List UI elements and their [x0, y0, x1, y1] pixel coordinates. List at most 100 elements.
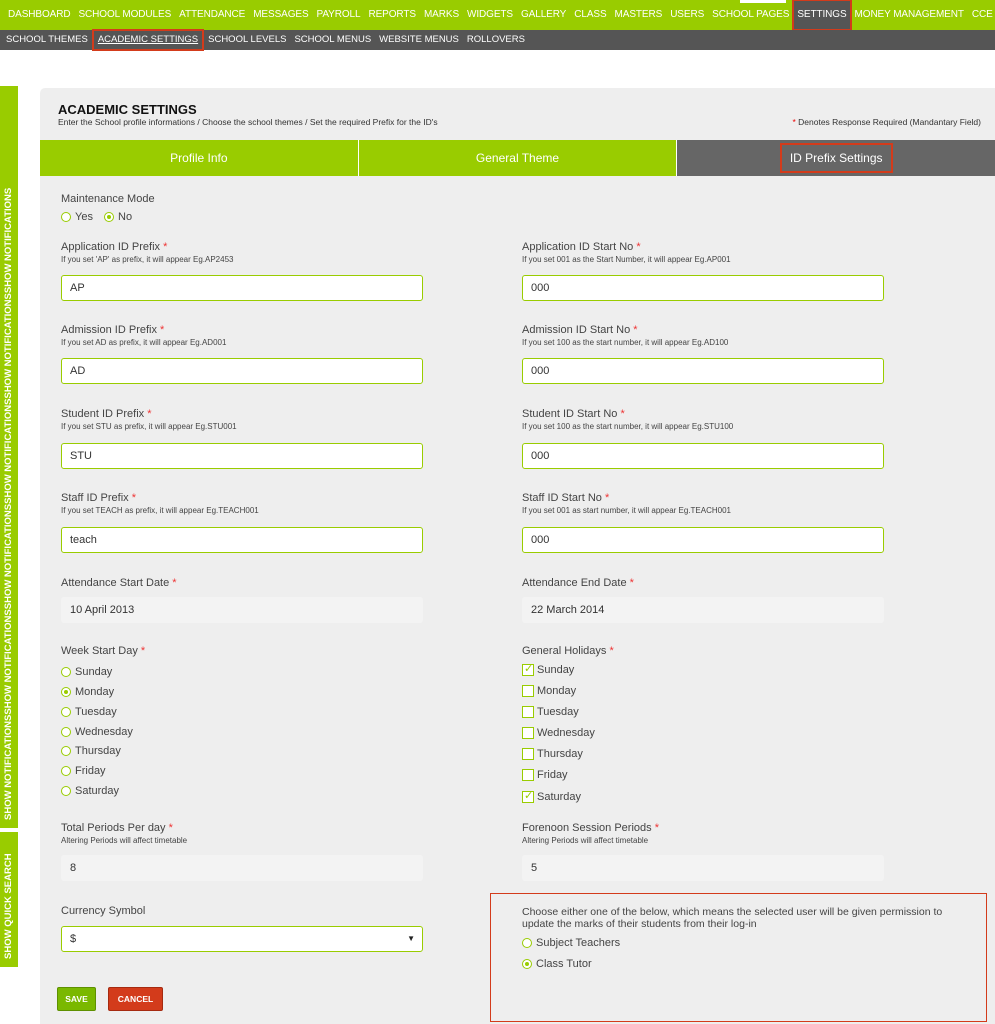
maintenance-yes[interactable]: Yes [61, 211, 93, 223]
tab-general-theme[interactable]: General Theme [358, 140, 678, 176]
nav-messages[interactable]: MESSAGES [249, 0, 312, 30]
adm-start-input[interactable]: 000 [522, 358, 884, 384]
periods-input[interactable]: 8 [61, 855, 423, 881]
stu-start-input[interactable]: 000 [522, 443, 884, 469]
week-start-saturday-radio[interactable] [61, 786, 71, 796]
holiday-friday-checkbox[interactable] [522, 769, 534, 781]
required-star: * [160, 324, 165, 336]
periods-label-text: Total Periods Per day [61, 822, 166, 834]
week-start-tuesday[interactable]: Tuesday [61, 706, 117, 718]
subnav-rollovers[interactable]: ROLLOVERS [463, 31, 529, 49]
permission-class-tutor[interactable]: Class Tutor [522, 958, 592, 970]
cancel-button[interactable]: CANCEL [108, 987, 163, 1011]
holiday-monday[interactable]: Monday [522, 685, 576, 697]
main-nav: DASHBOARD SCHOOL MODULES ATTENDANCE MESS… [0, 0, 995, 30]
week-start-tuesday-label: Tuesday [75, 706, 117, 718]
show-notifications-tab[interactable]: SHOW NOTIFICATIONSSHOW NOTIFICATIONSSHOW… [0, 86, 18, 828]
staff-prefix-input[interactable]: teach [61, 527, 423, 553]
holiday-tuesday-checkbox[interactable] [522, 706, 534, 718]
holiday-monday-checkbox[interactable] [522, 685, 534, 697]
holiday-friday[interactable]: Friday [522, 769, 568, 781]
week-start-sunday-radio[interactable] [61, 667, 71, 677]
nav-money-management[interactable]: MONEY MANAGEMENT [851, 0, 968, 30]
week-start-thursday[interactable]: Thursday [61, 745, 121, 757]
holiday-tuesday[interactable]: Tuesday [522, 706, 579, 718]
holiday-saturday[interactable]: Saturday [522, 789, 581, 803]
permission-subject-teachers-radio[interactable] [522, 938, 532, 948]
staff-start-input[interactable]: 000 [522, 527, 884, 553]
nav-cce[interactable]: CCE [968, 0, 995, 30]
currency-label: Currency Symbol [61, 905, 146, 917]
att-end-label-text: Attendance End Date [522, 577, 627, 589]
holiday-thursday[interactable]: Thursday [522, 748, 583, 760]
week-start-friday-radio[interactable] [61, 766, 71, 776]
required-star: * [163, 241, 168, 253]
holiday-sunday[interactable]: Sunday [522, 662, 574, 676]
week-start-tuesday-radio[interactable] [61, 707, 71, 717]
settings-tabs: Profile Info General Theme ID Prefix Set… [40, 140, 995, 176]
subnav-website-menus[interactable]: WEBSITE MENUS [375, 31, 463, 49]
nav-widgets[interactable]: WIDGETS [463, 0, 517, 30]
nav-school-modules[interactable]: SCHOOL MODULES [74, 0, 175, 30]
staff-prefix-label-text: Staff ID Prefix [61, 492, 129, 504]
att-start-input[interactable]: 10 April 2013 [61, 597, 423, 623]
att-end-input[interactable]: 22 March 2014 [522, 597, 884, 623]
week-start-friday-label: Friday [75, 765, 106, 777]
week-start-wednesday[interactable]: Wednesday [61, 726, 133, 738]
week-start-thursday-radio[interactable] [61, 746, 71, 756]
nav-gallery[interactable]: GALLERY [517, 0, 570, 30]
nav-settings[interactable]: SETTINGS [792, 0, 852, 30]
week-start-monday-radio[interactable] [61, 687, 71, 697]
holiday-sunday-checkbox[interactable] [522, 662, 534, 676]
nav-marks[interactable]: MARKS [420, 0, 463, 30]
week-start-saturday[interactable]: Saturday [61, 785, 119, 797]
nav-payroll[interactable]: PAYROLL [313, 0, 365, 30]
permission-class-tutor-radio[interactable] [522, 959, 532, 969]
app-start-input[interactable]: 000 [522, 275, 884, 301]
week-start-sunday-label: Sunday [75, 666, 113, 678]
required-star: * [609, 645, 614, 657]
adm-start-hint: If you set 100 as the start number, it w… [522, 338, 729, 347]
required-star: * [147, 408, 152, 420]
maintenance-no-label: No [118, 211, 133, 223]
maintenance-no-radio[interactable] [104, 212, 114, 222]
nav-masters[interactable]: MASTERS [611, 0, 667, 30]
nav-dashboard[interactable]: DASHBOARD [4, 0, 74, 30]
subnav-school-themes[interactable]: SCHOOL THEMES [2, 31, 92, 49]
subnav-academic-settings[interactable]: ACADEMIC SETTINGS [91, 29, 205, 51]
nav-class[interactable]: CLASS [570, 0, 610, 30]
stu-prefix-input[interactable]: STU [61, 443, 423, 469]
adm-prefix-input[interactable]: AD [61, 358, 423, 384]
staff-start-label: Staff ID Start No * [522, 492, 609, 504]
currency-select[interactable]: $ ▼ [61, 926, 423, 952]
nav-attendance[interactable]: ATTENDANCE [175, 0, 249, 30]
subnav-school-menus[interactable]: SCHOOL MENUS [290, 31, 375, 49]
week-start-monday-label: Monday [75, 686, 115, 698]
save-button[interactable]: SAVE [57, 987, 96, 1011]
week-start-monday[interactable]: Monday [61, 686, 114, 698]
nav-school-pages[interactable]: SCHOOL PAGES [708, 0, 793, 30]
required-star: * [636, 241, 641, 253]
stu-prefix-hint: If you set STU as prefix, it will appear… [61, 422, 237, 431]
adm-prefix-hint: If you set AD as prefix, it will appear … [61, 338, 227, 347]
holiday-wednesday[interactable]: Wednesday [522, 727, 595, 739]
tab-id-prefix-settings[interactable]: ID Prefix Settings [677, 140, 995, 176]
week-start-sunday[interactable]: Sunday [61, 666, 112, 678]
holiday-wednesday-checkbox[interactable] [522, 727, 534, 739]
maintenance-no[interactable]: No [104, 211, 132, 223]
nav-users[interactable]: USERS [666, 0, 708, 30]
app-prefix-input[interactable]: AP [61, 275, 423, 301]
nav-reports[interactable]: REPORTS [364, 0, 419, 30]
show-quick-search-tab[interactable]: SHOW QUICK SEARCH [0, 832, 18, 967]
sub-nav: SCHOOL THEMES ACADEMIC SETTINGS SCHOOL L… [0, 29, 995, 51]
permission-subject-teachers[interactable]: Subject Teachers [522, 937, 620, 949]
maintenance-yes-radio[interactable] [61, 212, 71, 222]
week-start-friday[interactable]: Friday [61, 765, 106, 777]
holiday-saturday-checkbox[interactable] [522, 789, 534, 803]
holiday-thursday-checkbox[interactable] [522, 748, 534, 760]
tab-profile-info[interactable]: Profile Info [40, 140, 359, 176]
forenoon-input[interactable]: 5 [522, 855, 884, 881]
periods-hint: Altering Periods will affect timetable [61, 836, 188, 845]
subnav-school-levels[interactable]: SCHOOL LEVELS [204, 31, 290, 49]
week-start-wednesday-radio[interactable] [61, 727, 71, 737]
